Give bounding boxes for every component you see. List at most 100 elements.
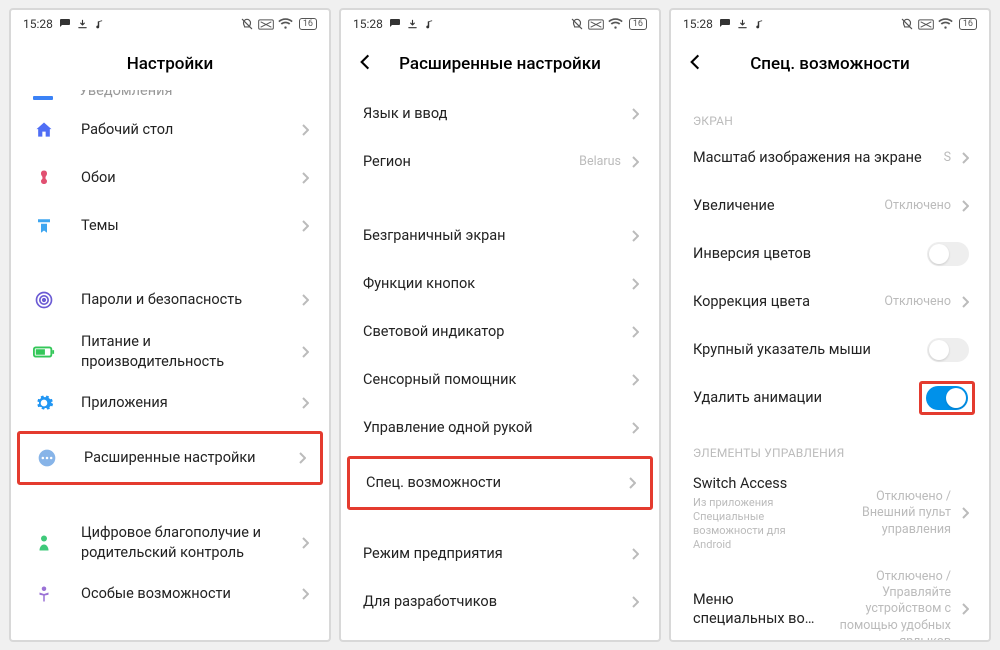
- list-label: Цифровое благополучие и родительский кон…: [81, 523, 291, 562]
- list-item-battery[interactable]: Питание и производительность: [11, 324, 329, 379]
- chevron-right-icon: [961, 295, 969, 309]
- list-label: Коррекция цвета: [693, 292, 876, 312]
- list-item-advanced-settings[interactable]: Расширенные настройки: [20, 434, 320, 482]
- list-label: Расширенные настройки: [84, 448, 288, 468]
- list-item-apps[interactable]: Приложения: [11, 379, 329, 427]
- chat-icon: [59, 18, 71, 30]
- more-icon: [36, 447, 58, 469]
- list-item-color-inversion[interactable]: Инверсия цветов: [671, 230, 989, 278]
- wifi-icon: [278, 18, 293, 30]
- list-label: Безграничный экран: [363, 226, 621, 246]
- chevron-right-icon: [298, 451, 306, 465]
- scroll-content[interactable]: Уведомления Рабочий стол Обои Темы: [11, 90, 329, 640]
- list-label: Регион: [363, 152, 571, 172]
- header: Настройки: [11, 38, 329, 90]
- note-icon: [94, 18, 104, 30]
- chevron-right-icon: [631, 595, 639, 609]
- status-bar: 15:28 16: [11, 10, 329, 38]
- list-item-accessibility-menu[interactable]: Меню специальных во… Отключено / Управля…: [671, 561, 989, 640]
- toggle-remove-animations[interactable]: [926, 386, 968, 410]
- list-item-special-features[interactable]: Спец. возможности: [350, 459, 650, 507]
- list-item-accessibility[interactable]: Особые возможности: [11, 570, 329, 618]
- back-button[interactable]: [355, 52, 379, 76]
- page-title: Расширенные настройки: [341, 54, 659, 74]
- list-label: Приложения: [81, 393, 291, 413]
- page-title: Спец. возможности: [671, 54, 989, 74]
- scroll-content[interactable]: Язык и ввод Регион Belarus Безграничный …: [341, 90, 659, 640]
- list-label: Световой индикатор: [363, 322, 621, 342]
- page-title: Настройки: [11, 54, 329, 74]
- chevron-right-icon: [961, 602, 969, 616]
- list-label: Крупный указатель мыши: [693, 340, 927, 360]
- fingerprint-icon: [33, 289, 55, 311]
- wifi-icon: [608, 18, 623, 30]
- list-value: Отключено / Управляйте устройством с пом…: [831, 569, 951, 640]
- chat-icon: [389, 18, 401, 30]
- list-item-switch-access[interactable]: Switch Access Из приложения Специальные …: [671, 466, 989, 561]
- list-item-region[interactable]: Регион Belarus: [341, 138, 659, 186]
- chevron-right-icon: [961, 199, 969, 213]
- list-item-language[interactable]: Язык и ввод: [341, 90, 659, 138]
- download-icon: [407, 19, 418, 30]
- chevron-right-icon: [631, 277, 639, 291]
- list-label: Рабочий стол: [81, 120, 291, 140]
- chevron-right-icon: [301, 293, 309, 307]
- accessibility-icon: [33, 583, 55, 605]
- section-controls: ЭЛЕМЕНТЫ УПРАВЛЕНИЯ: [671, 422, 989, 466]
- status-time: 15:28: [353, 17, 383, 31]
- chevron-right-icon: [628, 476, 636, 490]
- list-label: Спец. возможности: [366, 473, 618, 493]
- list-value: Belarus: [579, 154, 621, 170]
- list-item-large-pointer[interactable]: Крупный указатель мыши: [671, 326, 989, 374]
- no-sim-icon: [588, 19, 604, 30]
- list-label: Функции кнопок: [363, 274, 621, 294]
- list-item-wallpaper[interactable]: Обои: [11, 154, 329, 202]
- toggle-large-pointer[interactable]: [927, 338, 969, 362]
- battery-icon: [33, 341, 55, 363]
- phone-settings: 15:28 16 Настройки Уведомления Рабочий с…: [9, 8, 331, 642]
- list-item-touch-assistant[interactable]: Сенсорный помощник: [341, 356, 659, 404]
- list-item-magnification[interactable]: Увеличение Отключено: [671, 182, 989, 230]
- chevron-right-icon: [631, 107, 639, 121]
- list-label: Для разработчиков: [363, 592, 621, 612]
- list-value: Отключено: [884, 294, 951, 310]
- list-item-developer[interactable]: Для разработчиков: [341, 578, 659, 626]
- list-label: Особые возможности: [81, 584, 291, 604]
- list-item-digital-wellbeing[interactable]: Цифровое благополучие и родительский кон…: [11, 515, 329, 570]
- list-item-one-handed[interactable]: Управление одной рукой: [341, 404, 659, 452]
- chevron-right-icon: [961, 151, 969, 165]
- list-item-enterprise[interactable]: Режим предприятия: [341, 530, 659, 578]
- note-icon: [424, 18, 434, 30]
- chevron-right-icon: [301, 219, 309, 233]
- toggle-color-inversion[interactable]: [927, 242, 969, 266]
- list-label: Масштаб изображения на экране: [693, 148, 936, 168]
- list-item-themes[interactable]: Темы: [11, 202, 329, 250]
- no-sim-icon: [258, 19, 274, 30]
- list-item-fullscreen[interactable]: Безграничный экран: [341, 212, 659, 260]
- list-item-remove-animations[interactable]: Удалить анимации: [671, 374, 989, 422]
- list-label: Пароли и безопасность: [81, 290, 291, 310]
- wallpaper-icon: [33, 167, 55, 189]
- list-item-button-functions[interactable]: Функции кнопок: [341, 260, 659, 308]
- highlight-accessibility: Спец. возможности: [347, 456, 653, 510]
- highlight-advanced-settings: Расширенные настройки: [17, 431, 323, 485]
- back-button[interactable]: [685, 52, 709, 76]
- list-value: S: [944, 150, 951, 166]
- list-item-home-screen[interactable]: Рабочий стол: [11, 106, 329, 154]
- gear-icon: [33, 392, 55, 414]
- phone-accessibility: 15:28 16 Спец. возможности ЭКРАН Масштаб…: [669, 8, 991, 642]
- status-time: 15:28: [23, 17, 53, 31]
- list-item-color-correction[interactable]: Коррекция цвета Отключено: [671, 278, 989, 326]
- wifi-icon: [938, 18, 953, 30]
- list-item-led-indicator[interactable]: Световой индикатор: [341, 308, 659, 356]
- list-label: Режим предприятия: [363, 544, 621, 564]
- list-item-display-size[interactable]: Масштаб изображения на экране S: [671, 134, 989, 182]
- phone-advanced: 15:28 16 Расширенные настройки Язык и вв…: [339, 8, 661, 642]
- chevron-right-icon: [301, 171, 309, 185]
- list-label: Темы: [81, 216, 291, 236]
- wellbeing-icon: [33, 532, 55, 554]
- list-item-notifications-partial[interactable]: Уведомления: [11, 90, 329, 106]
- list-item-security[interactable]: Пароли и безопасность: [11, 276, 329, 324]
- scroll-content[interactable]: ЭКРАН Масштаб изображения на экране S Ув…: [671, 90, 989, 640]
- list-label: Обои: [81, 168, 291, 188]
